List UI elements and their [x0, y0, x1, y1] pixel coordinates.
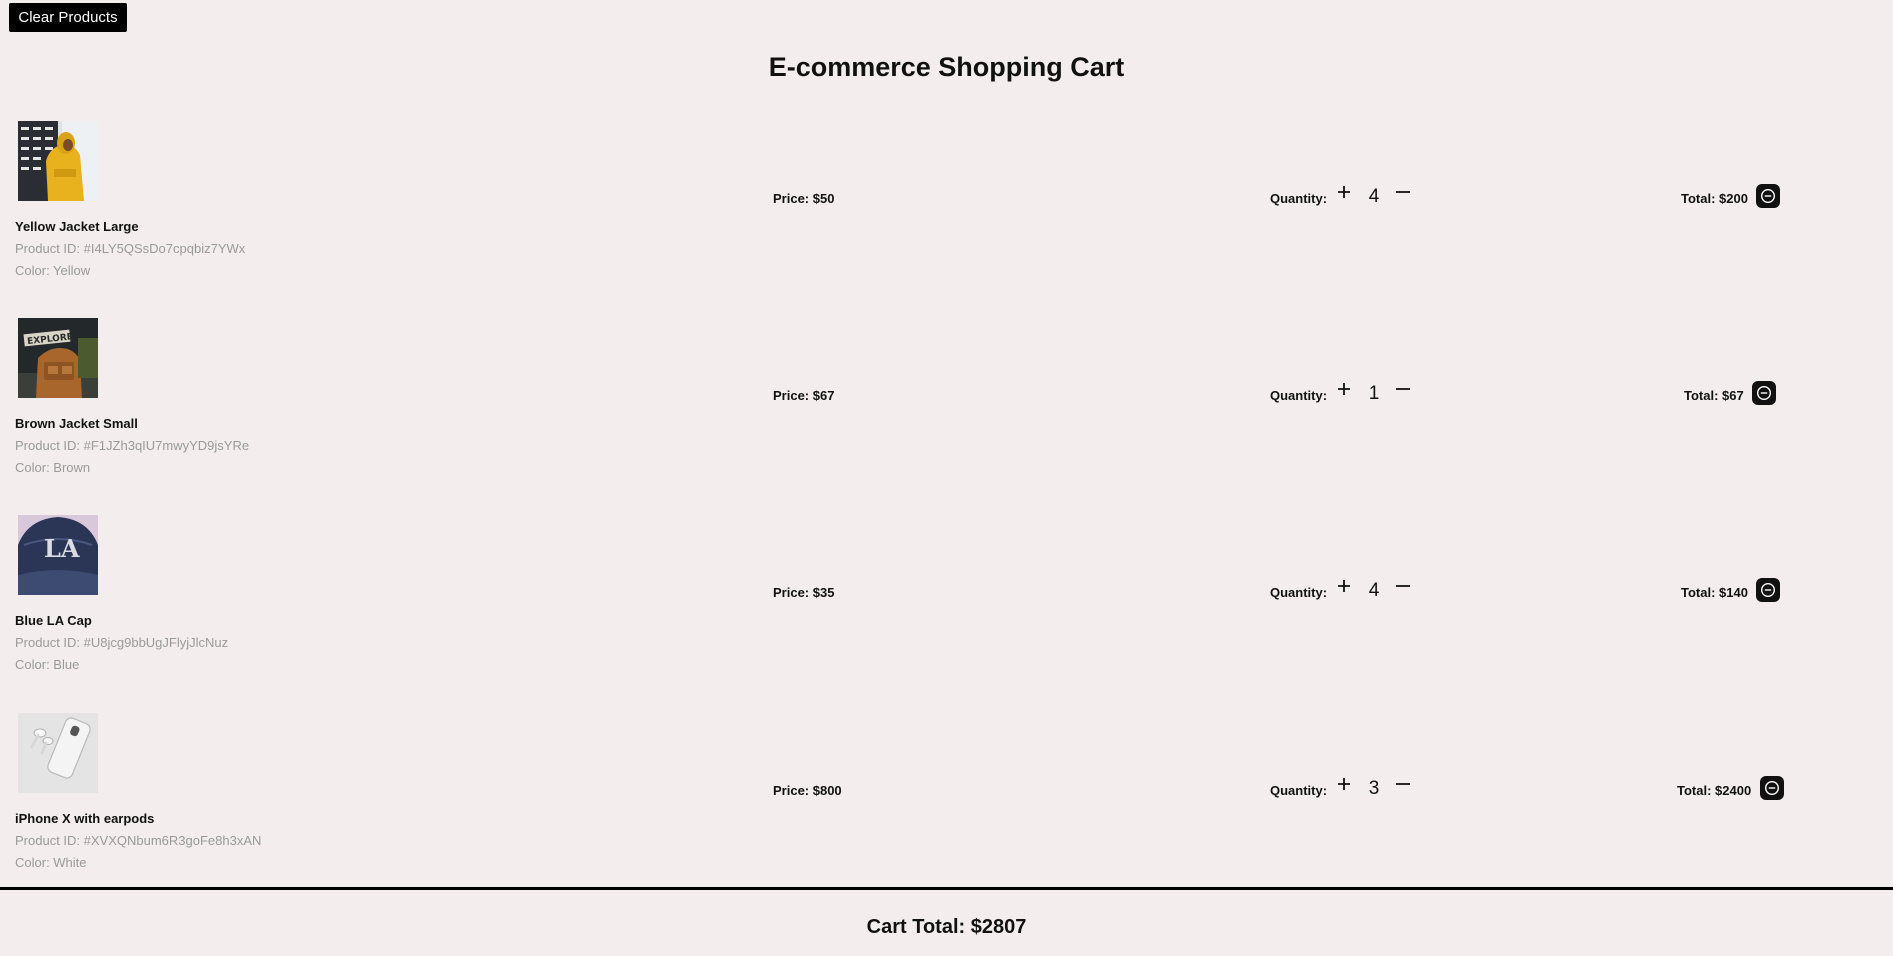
product-price: Price: $800: [773, 783, 842, 798]
line-total: Total: $67: [1684, 388, 1744, 403]
product-color: Color: White: [15, 855, 87, 870]
iphone-earpods-photo-icon: [18, 713, 98, 793]
cart-total: Cart Total: $2807: [866, 916, 1027, 938]
product-name: Yellow Jacket Large: [15, 219, 139, 234]
product-id: Product ID: #I4LY5QSsDo7cpqbiz7YWx: [15, 241, 246, 256]
quantity-value: 3: [1368, 778, 1380, 799]
remove-item-button[interactable]: [1756, 184, 1780, 208]
product-image: EXPLORE: [18, 318, 98, 398]
quantity-label: Quantity:: [1270, 388, 1328, 403]
minus-circle-icon: [1760, 582, 1776, 598]
increase-quantity-button[interactable]: [1333, 575, 1355, 597]
product-image: LA: [18, 515, 98, 595]
plus-icon: [1338, 580, 1350, 592]
plus-icon: [1338, 778, 1350, 790]
yellow-jacket-photo-icon: [18, 121, 98, 201]
remove-item-button[interactable]: [1760, 776, 1784, 800]
quantity-label: Quantity:: [1270, 783, 1328, 798]
line-total: Total: $200: [1681, 191, 1748, 206]
product-id: Product ID: #U8jcg9bbUgJFlyjJlcNuz: [15, 635, 229, 650]
cart-item: Yellow Jacket Large Product ID: #I4LY5QS…: [0, 121, 1893, 318]
product-name: Blue LA Cap: [15, 613, 92, 628]
decrease-quantity-button[interactable]: [1392, 181, 1414, 203]
increase-quantity-button[interactable]: [1333, 378, 1355, 400]
product-image: [18, 713, 98, 793]
product-name: iPhone X with earpods: [15, 811, 155, 826]
clear-products-button[interactable]: Clear Products: [9, 3, 127, 32]
product-color: Color: Yellow: [15, 263, 91, 278]
blue-cap-photo-icon: LA: [18, 515, 98, 595]
svg-text:LA: LA: [44, 534, 80, 563]
remove-item-button[interactable]: [1752, 381, 1776, 405]
product-color: Color: Blue: [15, 657, 80, 672]
minus-circle-icon: [1760, 188, 1776, 204]
decrease-quantity-button[interactable]: [1392, 378, 1414, 400]
minus-icon: [1396, 191, 1410, 193]
line-total: Total: $2400: [1677, 783, 1752, 798]
product-price: Price: $35: [773, 585, 835, 600]
plus-icon: [1338, 186, 1350, 198]
increase-quantity-button[interactable]: [1333, 773, 1355, 795]
minus-circle-icon: [1756, 385, 1772, 401]
footer-divider: [0, 887, 1893, 890]
line-total: Total: $140: [1681, 585, 1748, 600]
quantity-value: 4: [1368, 186, 1380, 207]
product-color: Color: Brown: [15, 460, 91, 475]
increase-quantity-button[interactable]: [1333, 181, 1355, 203]
quantity-value: 4: [1368, 580, 1380, 601]
minus-icon: [1396, 585, 1410, 587]
minus-icon: [1396, 783, 1410, 785]
minus-icon: [1396, 388, 1410, 390]
cart-item: iPhone X with earpods Product ID: #XVXQN…: [0, 713, 1893, 910]
decrease-quantity-button[interactable]: [1392, 575, 1414, 597]
quantity-label: Quantity:: [1270, 585, 1328, 600]
product-price: Price: $67: [773, 388, 835, 403]
product-id: Product ID: #F1JZh3qIU7mwyYD9jsYRe: [15, 438, 250, 453]
cart-item: EXPLORE Brown Jacket Small Product ID: #…: [0, 318, 1893, 515]
remove-item-button[interactable]: [1756, 578, 1780, 602]
page-title: E-commerce Shopping Cart: [768, 52, 1125, 82]
product-id: Product ID: #XVXQNbum6R3goFe8h3xAN: [15, 833, 262, 848]
decrease-quantity-button[interactable]: [1392, 773, 1414, 795]
quantity-label: Quantity:: [1270, 191, 1328, 206]
plus-icon: [1338, 383, 1350, 395]
product-name: Brown Jacket Small: [15, 416, 138, 431]
product-image: [18, 121, 98, 201]
quantity-value: 1: [1368, 383, 1380, 404]
brown-jacket-photo-icon: EXPLORE: [18, 318, 98, 398]
product-price: Price: $50: [773, 191, 835, 206]
cart-item: LA Blue LA Cap Product ID: #U8jcg9bbUgJF…: [0, 515, 1893, 712]
minus-circle-icon: [1764, 780, 1780, 796]
